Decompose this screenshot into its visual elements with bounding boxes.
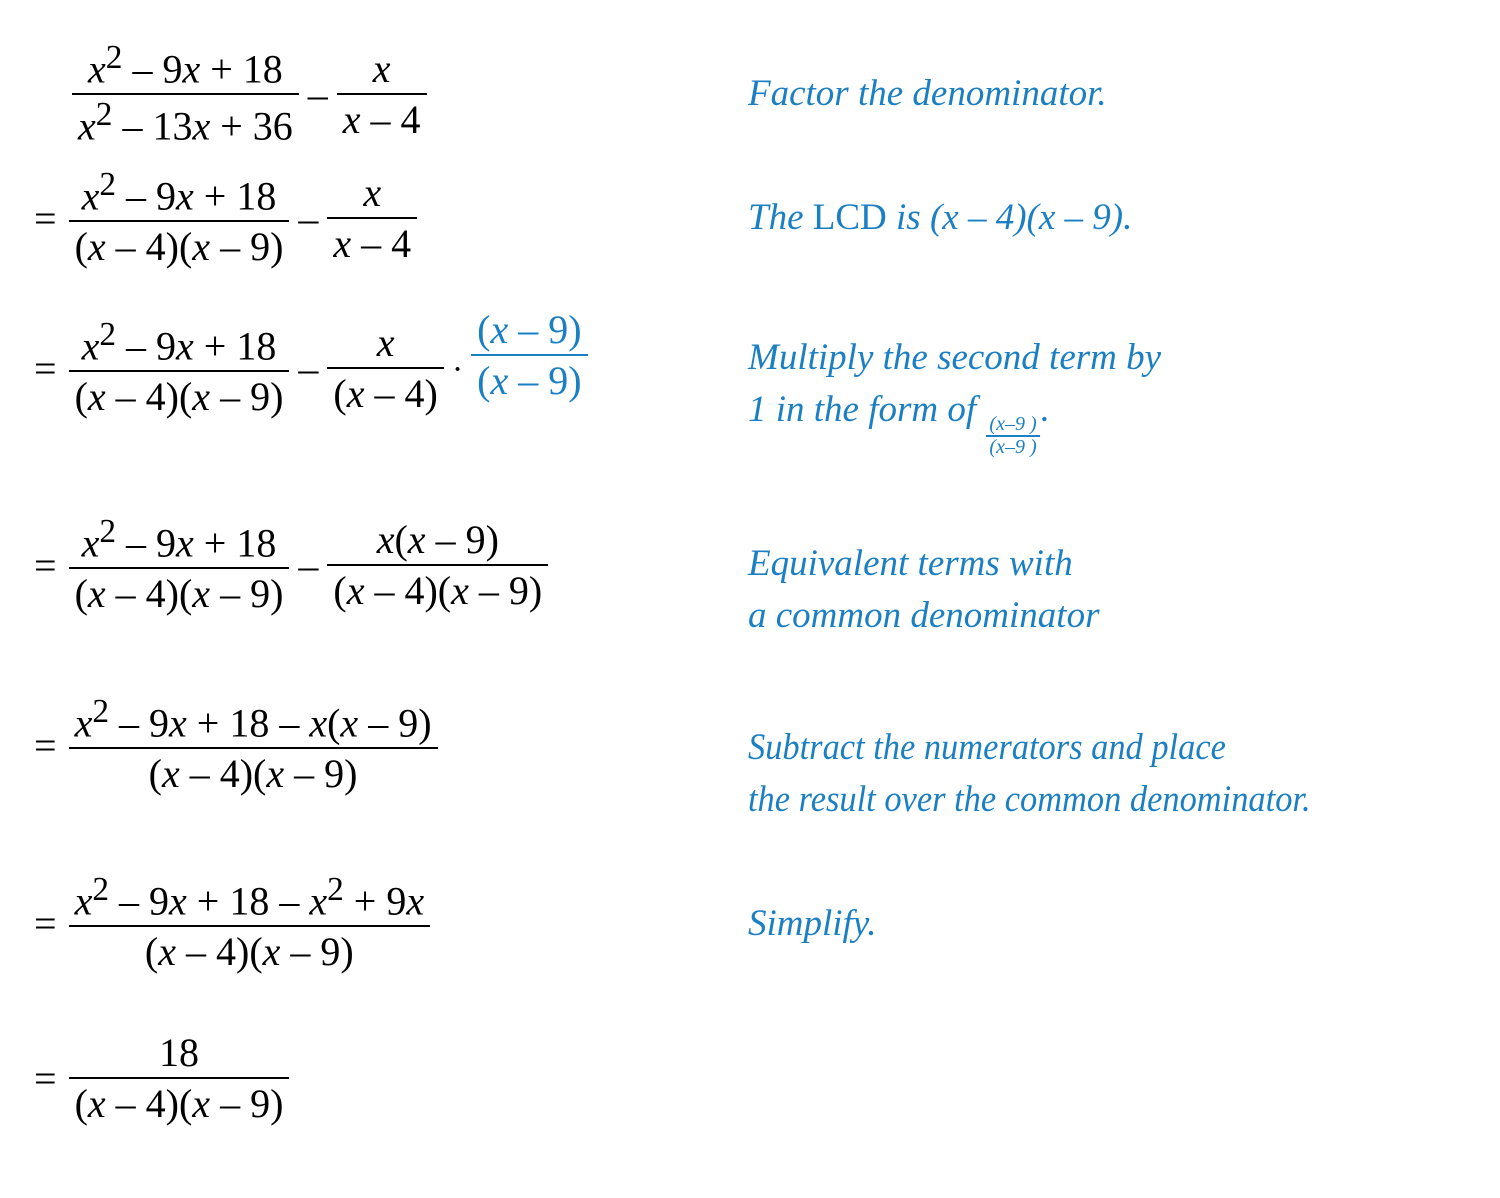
numerator: (x – 9) [477, 307, 582, 352]
denominator: x2 – 13x + 36 [78, 96, 293, 149]
equals-sign: = [34, 195, 57, 241]
annotation-line-2: a common denominator [748, 595, 1100, 636]
denominator: (x – 4)(x – 9) [74, 571, 284, 617]
denominator: (x – 4)(x – 9) [74, 224, 284, 270]
minus-operator: – [298, 195, 319, 241]
numerator: x2 – 9x + 18 [81, 166, 277, 219]
numerator: x [376, 320, 395, 365]
fraction-second-term: x(x – 9) (x – 4)(x – 9) [327, 515, 549, 615]
annotation-line-1: Multiply the second term by [748, 337, 1162, 378]
denominator: (x – 4)(x – 9) [333, 568, 543, 614]
denominator: (x – 4)(x – 9) [144, 929, 354, 975]
equation-step-6: = x2 – 9x + 18 – x2 + 9x (x – 4)(x – 9) [34, 870, 432, 976]
numerator: (x–9 ) [989, 413, 1037, 435]
equation-step-1: x2 – 9x + 18 x2 – 13x + 36 – x x – 4 [70, 38, 429, 151]
annotation-step-1: Factor the denominator. [748, 68, 1107, 120]
equals-sign: = [34, 345, 57, 391]
annotation-step-2: The LCD is (x – 4)(x – 9). [748, 192, 1132, 244]
equals-sign: = [34, 900, 57, 946]
equals-sign: = [34, 542, 57, 588]
numerator: x2 – 9x + 18 – x(x – 9) [74, 693, 432, 746]
annotation-line-1: Subtract the numerators and place [748, 727, 1226, 768]
annotation-step-4: Equivalent terms with a common denominat… [748, 538, 1099, 642]
inline-fraction-one: (x–9 ) (x–9 ) [986, 413, 1040, 458]
annotation-line: Factor the denominator. [748, 73, 1107, 114]
denominator: (x – 4) [333, 371, 438, 416]
fraction-second-term: x (x – 4) [327, 318, 444, 418]
denominator: (x – 4)(x – 9) [74, 1081, 284, 1126]
denominator: (x – 4)(x – 9) [74, 374, 284, 420]
equation-step-4: = x2 – 9x + 18 (x – 4)(x – 9) – x(x – 9)… [34, 512, 550, 618]
equals-sign: = [34, 1055, 57, 1101]
minus-operator: – [298, 542, 319, 588]
fraction-first-term: x2 – 9x + 18 (x – 4)(x – 9) [68, 165, 290, 271]
numerator: x2 – 9x + 18 [81, 315, 277, 369]
annotation-acronym-lcd: LCD [812, 197, 887, 238]
numerator: x [363, 170, 382, 216]
equation-step-5: = x2 – 9x + 18 – x(x – 9) (x – 4)(x – 9) [34, 692, 440, 798]
annotation-step-3: Multiply the second term by 1 in the for… [748, 332, 1161, 458]
annotation-line-2: 1 in the form of (x–9 ) (x–9 ) . [748, 384, 1161, 458]
equation-step-7-final-answer: = 18 (x – 4)(x – 9) [34, 1028, 291, 1128]
annotation-step-5: Subtract the numerators and place the re… [748, 722, 1311, 826]
annotation-line-2: the result over the common denominator. [748, 779, 1311, 820]
fraction-first-term: x2 – 9x + 18 (x – 4)(x – 9) [68, 315, 290, 421]
denominator: x – 4 [342, 97, 421, 143]
annotation-text-the: The [748, 197, 813, 238]
equals-sign: = [34, 722, 57, 768]
annotation-lcd-expression: (x – 4)(x – 9). [929, 197, 1133, 238]
numerator: x [372, 46, 391, 92]
annotation-text-is: is [886, 197, 930, 238]
equation-step-2: = x2 – 9x + 18 (x – 4)(x – 9) – x x – 4 [34, 165, 419, 271]
numerator: x(x – 9) [376, 517, 499, 563]
annotation-line: Simplify. [748, 903, 877, 944]
fraction-first-term: x2 – 9x + 18 (x – 4)(x – 9) [68, 512, 290, 618]
minus-operator: – [298, 345, 319, 391]
fraction-result: x2 – 9x + 18 – x(x – 9) (x – 4)(x – 9) [68, 692, 438, 798]
fraction-result: x2 – 9x + 18 – x2 + 9x (x – 4)(x – 9) [68, 870, 431, 976]
annotation-line-1: Equivalent terms with [748, 543, 1073, 584]
denominator: x – 4 [333, 221, 412, 267]
fraction-final-result: 18 (x – 4)(x – 9) [68, 1028, 290, 1128]
numerator: x2 – 9x + 18 – x2 + 9x [74, 871, 425, 924]
denominator: (x – 9) [477, 358, 582, 403]
fraction-second-term: x x – 4 [327, 168, 418, 268]
fraction-first-term: x2 – 9x + 18 x2 – 13x + 36 [72, 38, 299, 151]
multiplication-dot: · [451, 351, 464, 388]
minus-operator: – [307, 71, 328, 117]
annotation-text: 1 in the form of [748, 389, 986, 430]
fraction-multiplier-highlight: (x – 9) (x – 9) [471, 305, 588, 405]
denominator: (x–9 ) [989, 436, 1037, 458]
fraction-second-term: x x – 4 [336, 44, 427, 144]
equation-step-3: = x2 – 9x + 18 (x – 4)(x – 9) – x (x – 4… [34, 305, 590, 431]
numerator: x2 – 9x + 18 [81, 513, 277, 566]
annotation-step-6: Simplify. [748, 898, 876, 950]
numerator: x2 – 9x + 18 [88, 39, 283, 92]
denominator: (x – 4)(x – 9) [148, 751, 358, 797]
numerator: 18 [158, 1030, 199, 1075]
annotation-period: . [1040, 389, 1050, 430]
